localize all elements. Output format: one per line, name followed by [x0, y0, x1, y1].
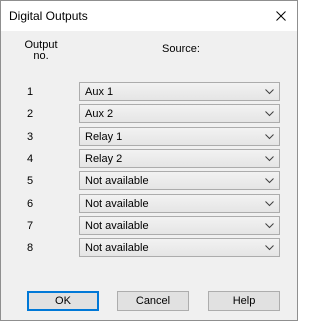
source-select-8-value: Not available [85, 242, 149, 254]
source-select-6-value: Not available [85, 198, 149, 210]
source-select-8[interactable]: Not available [79, 238, 280, 257]
source-select-1-value: Aux 1 [85, 86, 114, 98]
source-select-7-value: Not available [85, 220, 149, 232]
chevron-down-icon [265, 201, 274, 207]
source-select-3[interactable]: Relay 1 [79, 127, 280, 146]
cancel-button[interactable]: Cancel [117, 291, 189, 311]
chevron-down-icon [265, 134, 274, 140]
source-select-3-value: Relay 1 [85, 131, 123, 143]
window-title: Digital Outputs [9, 9, 88, 23]
output-number-8: 8 [27, 242, 34, 254]
source-select-4[interactable]: Relay 2 [79, 149, 280, 168]
source-select-2-value: Aux 2 [85, 108, 114, 120]
digital-outputs-dialog: Digital Outputs Output no. Source: 1 Aux… [0, 0, 298, 321]
chevron-down-icon [265, 245, 274, 251]
chevron-down-icon [265, 111, 274, 117]
title-bar: Digital Outputs [1, 1, 297, 31]
source-select-7[interactable]: Not available [79, 216, 280, 235]
chevron-down-icon [265, 178, 274, 184]
close-button[interactable] [265, 1, 297, 31]
chevron-down-icon [265, 156, 274, 162]
source-header: Source: [162, 43, 200, 55]
output-number-header: Output no. [21, 40, 61, 62]
help-button[interactable]: Help [208, 291, 280, 311]
source-select-1[interactable]: Aux 1 [79, 82, 280, 101]
output-number-6: 6 [27, 198, 34, 210]
source-select-2[interactable]: Aux 2 [79, 104, 280, 123]
source-select-5[interactable]: Not available [79, 171, 280, 190]
source-select-4-value: Relay 2 [85, 153, 123, 165]
close-icon [276, 11, 286, 21]
output-header-line2: no. [33, 50, 49, 62]
output-number-5: 5 [27, 175, 34, 187]
output-number-2: 2 [27, 108, 34, 120]
chevron-down-icon [265, 223, 274, 229]
output-number-3: 3 [27, 131, 34, 143]
chevron-down-icon [265, 89, 274, 95]
ok-button[interactable]: OK [27, 291, 99, 311]
output-number-4: 4 [27, 153, 34, 165]
dialog-body: Output no. Source: 1 Aux 1 2 Aux 2 3 Rel… [1, 31, 297, 320]
output-number-7: 7 [27, 220, 34, 232]
source-select-5-value: Not available [85, 175, 149, 187]
output-number-1: 1 [27, 86, 34, 98]
source-select-6[interactable]: Not available [79, 194, 280, 213]
